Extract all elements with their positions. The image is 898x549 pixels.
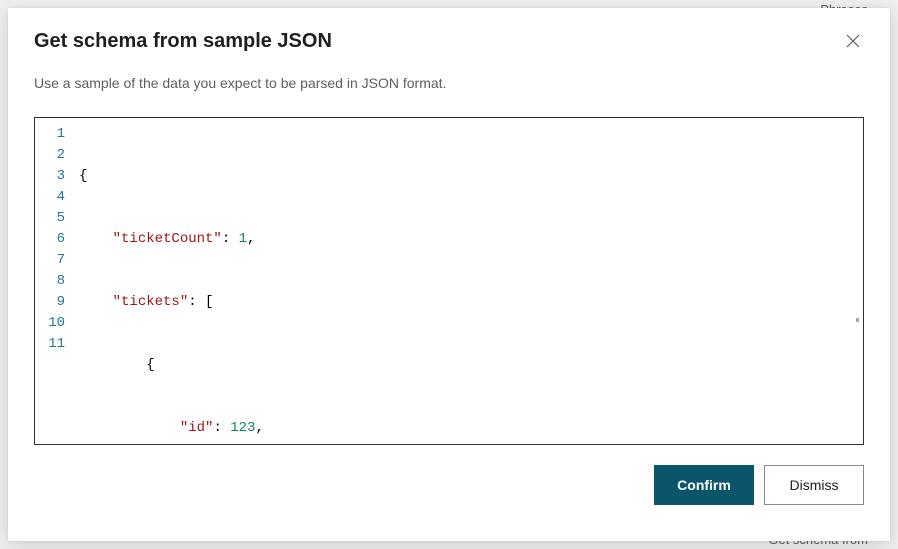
code-token: { [79,168,87,184]
close-button[interactable] [842,30,864,52]
line-number: 6 [35,229,65,250]
code-token: "ticketCount" [113,231,222,247]
code-token: "id" [180,420,214,436]
dialog-subtitle: Use a sample of the data you expect to b… [34,75,864,91]
code-token: [ [205,294,213,310]
line-number: 3 [35,166,65,187]
line-number: 1 [35,124,65,145]
dismiss-button[interactable]: Dismiss [764,465,864,505]
line-number: 9 [35,292,65,313]
dialog-title: Get schema from sample JSON [34,30,332,53]
code-token: : [222,231,239,247]
line-number-gutter: 1 2 3 4 5 6 7 8 9 10 11 [35,118,79,444]
line-number: 7 [35,250,65,271]
line-number: 4 [35,187,65,208]
code-token: 1 [239,231,247,247]
code-content[interactable]: { "ticketCount": 1, "tickets": [ { "id":… [79,118,863,444]
code-token: { [146,357,154,373]
dialog-footer: Confirm Dismiss [34,465,864,505]
code-token: "tickets" [113,294,189,310]
code-token: , [255,420,263,436]
line-number: 2 [35,145,65,166]
line-number: 11 [35,334,65,355]
schema-dialog: Get schema from sample JSON Use a sample… [8,8,890,541]
code-token: : [188,294,205,310]
dialog-header: Get schema from sample JSON [34,30,864,53]
close-icon [846,34,860,48]
scrollbar-marker [856,318,859,322]
code-token: 123 [230,420,255,436]
line-number: 5 [35,208,65,229]
json-editor[interactable]: 1 2 3 4 5 6 7 8 9 10 11 { "ticketCount":… [34,117,864,445]
code-token: : [213,420,230,436]
confirm-button[interactable]: Confirm [654,465,754,505]
line-number: 10 [35,313,65,334]
code-token: , [247,231,255,247]
line-number: 8 [35,271,65,292]
